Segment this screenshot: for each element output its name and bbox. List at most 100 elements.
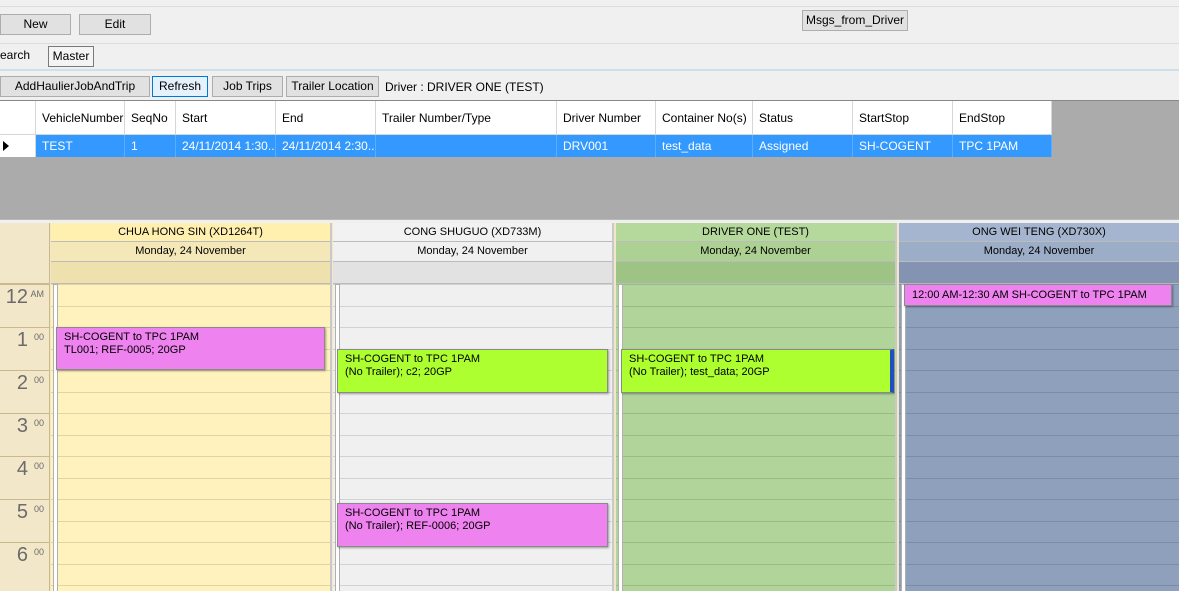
time-slot[interactable]	[333, 585, 612, 591]
msgs-from-driver-button[interactable]: Msgs_from_Driver	[802, 10, 908, 31]
col-end[interactable]: End	[276, 101, 376, 135]
time-slot[interactable]	[899, 456, 1179, 478]
appointment[interactable]: 12:00 AM-12:30 AM SH-COGENT to TPC 1PAM	[904, 284, 1172, 306]
time-slot[interactable]	[616, 542, 895, 564]
col-trailer[interactable]: Trailer Number/Type	[376, 101, 557, 135]
all-day-area[interactable]	[333, 262, 612, 284]
table-row[interactable]: TEST 1 24/11/2014 1:30... 24/11/2014 2:3…	[0, 135, 1052, 157]
resource-header[interactable]: CHUA HONG SIN (XD1264T)	[51, 223, 330, 242]
time-slot[interactable]	[899, 305, 1179, 328]
all-day-area[interactable]	[899, 262, 1179, 284]
time-slot[interactable]	[616, 413, 895, 435]
col-driver-number[interactable]: Driver Number	[557, 101, 656, 135]
resource-header[interactable]: CONG SHUGUO (XD733M)	[333, 223, 612, 242]
cell-seqno[interactable]: 1	[125, 135, 176, 157]
time-slot[interactable]	[333, 434, 612, 457]
resource-header[interactable]: ONG WEI TENG (XD730X)	[899, 223, 1179, 242]
col-end-stop[interactable]: EndStop	[953, 101, 1052, 135]
time-slot[interactable]	[899, 434, 1179, 457]
time-slot[interactable]	[51, 585, 330, 591]
cell-vehicle-number[interactable]: TEST	[36, 135, 125, 157]
appointment[interactable]: SH-COGENT to TPC 1PAM (No Trailer); REF-…	[337, 503, 608, 547]
job-trips-button[interactable]: Job Trips	[212, 76, 283, 97]
cell-start[interactable]: 24/11/2014 1:30...	[176, 135, 276, 157]
time-slot[interactable]	[616, 499, 895, 521]
tab-search[interactable]: Search	[0, 48, 32, 62]
col-status[interactable]: Status	[753, 101, 853, 135]
time-slot[interactable]	[51, 284, 330, 306]
time-slot[interactable]	[51, 391, 330, 414]
resource-column-cong-shuguo[interactable]: CONG SHUGUO (XD733M) Monday, 24 November…	[333, 223, 614, 591]
time-slot[interactable]	[899, 370, 1179, 392]
time-slot[interactable]	[899, 499, 1179, 521]
time-slot[interactable]	[899, 327, 1179, 349]
cell-start-stop[interactable]: SH-COGENT	[853, 135, 953, 157]
col-seqno[interactable]: SeqNo	[125, 101, 176, 135]
time-slot[interactable]	[899, 477, 1179, 500]
time-slot[interactable]	[333, 563, 612, 586]
cell-trailer[interactable]	[376, 135, 557, 157]
new-button[interactable]: New	[0, 14, 71, 35]
date-header[interactable]: Monday, 24 November	[616, 242, 895, 262]
cell-status[interactable]: Assigned	[753, 135, 853, 157]
time-slot[interactable]	[51, 520, 330, 543]
time-slot[interactable]	[51, 542, 330, 564]
time-slot[interactable]	[333, 284, 612, 306]
time-slot[interactable]	[899, 520, 1179, 543]
col-start[interactable]: Start	[176, 101, 276, 135]
date-header[interactable]: Monday, 24 November	[899, 242, 1179, 262]
time-slot[interactable]	[51, 413, 330, 435]
time-slot[interactable]	[616, 477, 895, 500]
resource-column-ong-wei-teng[interactable]: ONG WEI TENG (XD730X) Monday, 24 Novembe…	[899, 223, 1179, 591]
time-slot[interactable]	[616, 563, 895, 586]
time-slot[interactable]	[333, 456, 612, 478]
cell-end[interactable]: 24/11/2014 2:30...	[276, 135, 376, 157]
time-slot[interactable]	[899, 585, 1179, 591]
all-day-area[interactable]	[51, 262, 330, 284]
time-slot[interactable]	[333, 305, 612, 328]
cell-container[interactable]: test_data	[656, 135, 753, 157]
cell-driver-number[interactable]: DRV001	[557, 135, 656, 157]
resource-header[interactable]: DRIVER ONE (TEST)	[616, 223, 895, 242]
time-slot[interactable]	[899, 563, 1179, 586]
resource-column-driver-one[interactable]: DRIVER ONE (TEST) Monday, 24 November SH…	[616, 223, 897, 591]
date-header[interactable]: Monday, 24 November	[51, 242, 330, 262]
time-slot[interactable]	[616, 520, 895, 543]
appointment[interactable]: SH-COGENT to TPC 1PAM (No Trailer); test…	[621, 349, 894, 393]
time-slot[interactable]	[616, 456, 895, 478]
time-slot[interactable]	[616, 327, 895, 349]
col-vehicle-number[interactable]: VehicleNumber	[36, 101, 125, 135]
time-slot[interactable]	[899, 413, 1179, 435]
cell-end-stop[interactable]: TPC 1PAM	[953, 135, 1052, 157]
edit-button[interactable]: Edit	[79, 14, 151, 35]
row-selector[interactable]	[0, 135, 36, 157]
time-slot[interactable]	[616, 305, 895, 328]
tab-master[interactable]: Master	[48, 46, 94, 67]
time-slot[interactable]	[51, 456, 330, 478]
time-slot[interactable]	[333, 391, 612, 414]
time-slot[interactable]	[616, 585, 895, 591]
time-slot[interactable]	[333, 477, 612, 500]
col-container[interactable]: Container No(s)	[656, 101, 753, 135]
time-slot[interactable]	[51, 477, 330, 500]
time-slot[interactable]	[51, 370, 330, 392]
time-slot[interactable]	[51, 499, 330, 521]
time-slot[interactable]	[899, 542, 1179, 564]
all-day-area[interactable]	[616, 262, 895, 284]
time-slot[interactable]	[899, 348, 1179, 371]
time-slot[interactable]	[616, 391, 895, 414]
resource-column-chua-hong-sin[interactable]: CHUA HONG SIN (XD1264T) Monday, 24 Novem…	[51, 223, 332, 591]
time-slot[interactable]	[333, 413, 612, 435]
time-slot[interactable]	[616, 434, 895, 457]
appointment[interactable]: SH-COGENT to TPC 1PAM TL001; REF-0005; 2…	[56, 327, 325, 370]
time-slot[interactable]	[51, 563, 330, 586]
time-slot[interactable]	[51, 434, 330, 457]
time-slot[interactable]	[333, 327, 612, 349]
appointment[interactable]: SH-COGENT to TPC 1PAM (No Trailer); c2; …	[337, 349, 608, 393]
add-haulier-job-and-trip-button[interactable]: AddHaulierJobAndTrip	[0, 76, 150, 97]
col-start-stop[interactable]: StartStop	[853, 101, 953, 135]
refresh-button[interactable]: Refresh	[152, 76, 208, 97]
time-slot[interactable]	[899, 391, 1179, 414]
date-header[interactable]: Monday, 24 November	[333, 242, 612, 262]
time-slot[interactable]	[616, 284, 895, 306]
